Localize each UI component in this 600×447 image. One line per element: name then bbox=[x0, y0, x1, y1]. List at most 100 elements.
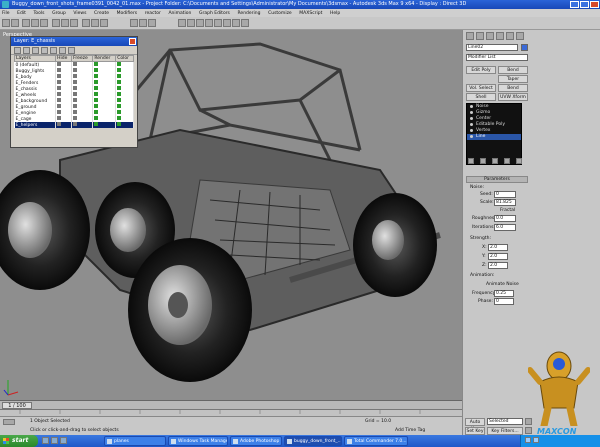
fractal-checkbox[interactable]: Fractal bbox=[494, 208, 515, 213]
motion-tab-icon[interactable] bbox=[496, 32, 504, 40]
create-layer-icon[interactable] bbox=[14, 47, 21, 54]
freeze-toggle[interactable] bbox=[73, 74, 78, 78]
hide-toggle[interactable] bbox=[57, 116, 62, 120]
modifier-button[interactable]: Bend bbox=[498, 84, 528, 92]
hide-toggle[interactable] bbox=[57, 104, 62, 108]
render-toggle[interactable] bbox=[94, 122, 99, 126]
roughness-spinner[interactable]: 0.0 bbox=[494, 215, 516, 222]
select-object-icon[interactable] bbox=[52, 19, 60, 27]
start-button[interactable]: start bbox=[0, 435, 38, 447]
taskbar-item[interactable]: Adobe Photoshop CS bbox=[230, 436, 282, 446]
freeze-toggle[interactable] bbox=[73, 68, 78, 72]
freeze-toggle[interactable] bbox=[73, 98, 78, 102]
quick-render-icon[interactable] bbox=[241, 19, 249, 27]
freeze-toggle[interactable] bbox=[73, 122, 78, 126]
hide-toggle[interactable] bbox=[57, 80, 62, 84]
maxscript-listener-icon[interactable] bbox=[3, 419, 15, 425]
auto-key-button[interactable]: Auto Key bbox=[465, 418, 485, 432]
play-icon[interactable] bbox=[525, 427, 532, 434]
render-toggle[interactable] bbox=[94, 110, 99, 114]
menu-reactor[interactable]: reactor bbox=[145, 11, 161, 16]
scale-spinner[interactable]: 81.825 bbox=[494, 199, 516, 206]
color-swatch[interactable] bbox=[117, 116, 122, 120]
key-filters-button[interactable]: Key Filters... bbox=[487, 427, 523, 435]
color-swatch[interactable] bbox=[117, 110, 122, 114]
hide-toggle[interactable] bbox=[57, 62, 62, 66]
key-mode-dropdown[interactable]: Selected bbox=[487, 418, 523, 425]
stack-item-selected[interactable]: Line bbox=[467, 134, 521, 140]
select-in-layer-icon[interactable] bbox=[41, 47, 48, 54]
render-toggle[interactable] bbox=[94, 62, 99, 66]
render-toggle[interactable] bbox=[94, 92, 99, 96]
color-swatch[interactable] bbox=[117, 68, 122, 72]
taskbar-item-active[interactable]: buggy_down_front_... bbox=[284, 436, 342, 446]
pin-stack-icon[interactable] bbox=[468, 158, 474, 164]
menu-maxscript[interactable]: MAXScript bbox=[299, 11, 322, 16]
modifier-list-dropdown[interactable]: Modifier List bbox=[466, 54, 528, 61]
y-strength-spinner[interactable]: 2.0 bbox=[488, 253, 508, 260]
minimize-button[interactable] bbox=[570, 1, 579, 8]
menu-graph-editors[interactable]: Graph Editors bbox=[199, 11, 230, 16]
quick-launch-icon[interactable] bbox=[42, 437, 49, 444]
close-button[interactable] bbox=[590, 1, 599, 8]
color-swatch[interactable] bbox=[117, 74, 122, 78]
maximize-button[interactable] bbox=[580, 1, 589, 8]
hide-toggle[interactable] bbox=[57, 68, 62, 72]
layer-manager-icon[interactable] bbox=[196, 19, 204, 27]
render-setup-icon[interactable] bbox=[232, 19, 240, 27]
render-toggle[interactable] bbox=[94, 98, 99, 102]
show-end-result-icon[interactable] bbox=[480, 158, 486, 164]
menu-create[interactable]: Create bbox=[94, 11, 109, 16]
menu-group[interactable]: Group bbox=[52, 11, 66, 16]
highlight-layer-icon[interactable] bbox=[50, 47, 57, 54]
layer-manager-dialog[interactable]: Layer: E_chassis Layers Hide Freeze Rend… bbox=[10, 36, 138, 148]
color-swatch[interactable] bbox=[117, 80, 122, 84]
mirror-icon[interactable] bbox=[178, 19, 186, 27]
move-icon[interactable] bbox=[82, 19, 90, 27]
freeze-all-icon[interactable] bbox=[68, 47, 75, 54]
menu-help[interactable]: Help bbox=[330, 11, 340, 16]
make-unique-icon[interactable] bbox=[492, 158, 498, 164]
menu-animation[interactable]: Animation bbox=[168, 11, 191, 16]
add-time-tag[interactable]: Add Time Tag bbox=[395, 428, 425, 433]
phase-spinner[interactable]: 0 bbox=[494, 298, 514, 305]
freeze-toggle[interactable] bbox=[73, 104, 78, 108]
color-swatch[interactable] bbox=[117, 98, 122, 102]
undo-icon[interactable] bbox=[2, 19, 10, 27]
taskbar-item[interactable]: Total Commander 7.0... bbox=[344, 436, 408, 446]
menu-rendering[interactable]: Rendering bbox=[238, 11, 261, 16]
menu-modifiers[interactable]: Modifiers bbox=[117, 11, 138, 16]
quick-launch-icon[interactable] bbox=[51, 437, 58, 444]
quick-launch-icon[interactable] bbox=[60, 437, 67, 444]
seed-spinner[interactable]: 0 bbox=[494, 191, 516, 198]
snap-icon[interactable] bbox=[130, 19, 138, 27]
time-slider-thumb[interactable]: 1 / 100 bbox=[2, 402, 32, 409]
rectangle-selection-icon[interactable] bbox=[70, 19, 78, 27]
iterations-spinner[interactable]: 6.0 bbox=[494, 224, 516, 231]
z-strength-spinner[interactable]: 2.0 bbox=[488, 262, 508, 269]
angle-snap-icon[interactable] bbox=[139, 19, 147, 27]
x-strength-spinner[interactable]: 2.0 bbox=[488, 244, 508, 251]
modifier-stack[interactable]: Noise Gizmo Center Editable Poly Vertex … bbox=[466, 103, 522, 165]
scale-icon[interactable] bbox=[100, 19, 108, 27]
object-name-field[interactable]: Line02 bbox=[466, 44, 518, 51]
rotate-icon[interactable] bbox=[91, 19, 99, 27]
create-tab-icon[interactable] bbox=[466, 32, 474, 40]
redo-icon[interactable] bbox=[11, 19, 19, 27]
layer-dialog-close-button[interactable] bbox=[129, 38, 136, 45]
schematic-view-icon[interactable] bbox=[214, 19, 222, 27]
render-toggle[interactable] bbox=[94, 68, 99, 72]
parameters-rollout[interactable]: Parameters bbox=[466, 176, 528, 183]
add-to-layer-icon[interactable] bbox=[32, 47, 39, 54]
modify-tab-icon[interactable] bbox=[476, 32, 484, 40]
render-toggle[interactable] bbox=[94, 86, 99, 90]
menu-file[interactable]: File bbox=[2, 11, 10, 16]
frequency-spinner[interactable]: 0.25 bbox=[494, 290, 514, 297]
hide-toggle[interactable] bbox=[57, 74, 62, 78]
object-color-swatch[interactable] bbox=[521, 44, 528, 51]
curve-editor-icon[interactable] bbox=[205, 19, 213, 27]
freeze-toggle[interactable] bbox=[73, 92, 78, 96]
freeze-toggle[interactable] bbox=[73, 62, 78, 66]
hierarchy-tab-icon[interactable] bbox=[486, 32, 494, 40]
color-swatch[interactable] bbox=[117, 62, 122, 66]
